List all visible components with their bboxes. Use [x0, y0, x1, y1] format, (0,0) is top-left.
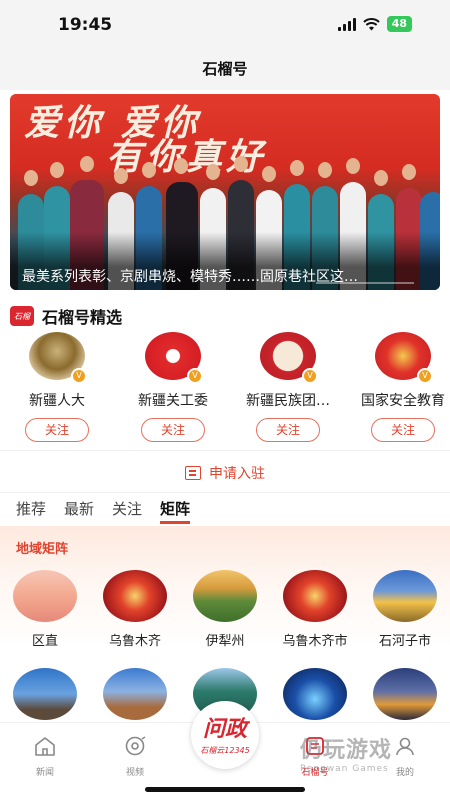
nav-bar: 石榴号 — [0, 48, 450, 90]
region-matrix-panel: 地域矩阵 区直 乌鲁木齐 伊犁州 乌鲁木齐市 石河子市 — [0, 526, 450, 730]
region-image — [283, 668, 347, 720]
banner-caption: 最美系列表彰、京剧串烧、模特秀……固原巷社区这… — [22, 269, 358, 285]
verified-badge-icon: V — [417, 368, 433, 384]
home-icon — [35, 737, 55, 756]
region-name: 乌鲁木齐市 — [282, 634, 348, 649]
status-time: 19:45 — [58, 15, 113, 35]
region-matrix-label: 地域矩阵 — [16, 542, 69, 557]
wenzheng-sublabel: 石榴云12345 — [200, 746, 250, 755]
tabbar-label: 视频 — [125, 768, 144, 778]
tabbar-item-video[interactable]: 视频 — [105, 735, 165, 778]
pomegranate-logo-icon: 石榴 — [10, 306, 34, 326]
wenzheng-label: 问政 — [202, 716, 247, 742]
account-card[interactable]: V 新疆民族团… 关注 — [233, 332, 343, 442]
region-item[interactable] — [360, 668, 450, 720]
featured-section-title: 石榴号精选 — [42, 308, 123, 327]
account-avatar: V — [375, 332, 433, 384]
featured-accounts: V 新疆人大 关注 V 新疆关工委 关注 V 新疆民族团… 关注 V 国家安全教… — [0, 332, 450, 442]
verified-badge-icon: V — [302, 368, 318, 384]
region-image — [283, 570, 347, 622]
account-card[interactable]: V 国家安全教育 关注 — [348, 332, 450, 442]
follow-button[interactable]: 关注 — [371, 418, 435, 442]
battery-icon: 48 — [386, 16, 412, 32]
region-item[interactable]: 石河子市 — [360, 570, 450, 649]
account-card[interactable]: V 新疆人大 关注 — [2, 332, 112, 442]
region-item[interactable]: 伊犁州 — [180, 570, 270, 649]
follow-button[interactable]: 关注 — [25, 418, 89, 442]
featured-section-header: 石榴 石榴号精选 — [10, 304, 122, 328]
region-image — [373, 668, 437, 720]
tab-following[interactable]: 关注 — [112, 498, 142, 524]
watermark-subtext: Rengwan Games — [300, 764, 389, 774]
verified-badge-icon: V — [71, 368, 87, 384]
region-image — [373, 570, 437, 622]
region-name: 区直 — [31, 634, 58, 649]
account-name: 新疆人大 — [29, 393, 85, 409]
tab-latest[interactable]: 最新 — [64, 498, 94, 524]
region-image — [193, 570, 257, 622]
content-tabs: 推荐 最新 关注 矩阵 — [16, 498, 191, 524]
status-bar: 19:45 48 — [0, 0, 450, 48]
watermark-logo: 仍玩游戏 Rengwan Games — [300, 732, 440, 774]
cellular-signal-icon — [337, 17, 356, 31]
page-title: 石榴号 — [202, 60, 248, 78]
tab-recommend[interactable]: 推荐 — [16, 498, 46, 524]
follow-button[interactable]: 关注 — [141, 418, 205, 442]
region-item[interactable] — [0, 668, 90, 720]
wenzheng-center-button[interactable]: 问政 石榴云12345 — [191, 701, 259, 769]
account-avatar: V — [260, 332, 318, 384]
apply-join-label: 申请入驻 — [209, 466, 265, 482]
divider — [0, 450, 450, 451]
region-name: 乌鲁木齐 — [108, 634, 161, 649]
region-item[interactable] — [270, 668, 360, 720]
apply-join-button[interactable]: 申请入驻 — [0, 460, 450, 486]
account-avatar: V — [145, 332, 203, 384]
account-name: 国家安全教育 — [361, 393, 445, 409]
account-card[interactable]: V 新疆关工委 关注 — [118, 332, 228, 442]
banner-carousel[interactable]: 爱你 爱你 有你真好 最美系列表彰、京剧串烧、模特秀……固原巷社区这… — [10, 94, 440, 290]
follow-button[interactable]: 关注 — [256, 418, 320, 442]
region-image — [103, 570, 167, 622]
form-icon — [185, 466, 201, 480]
region-item[interactable]: 区直 — [0, 570, 90, 649]
account-name: 新疆关工委 — [138, 393, 208, 409]
region-image — [13, 570, 77, 622]
tab-matrix[interactable]: 矩阵 — [160, 498, 191, 524]
account-avatar: V — [29, 332, 87, 384]
divider — [0, 492, 450, 493]
region-item[interactable]: 乌鲁木齐 — [90, 570, 180, 649]
region-item[interactable] — [90, 668, 180, 720]
tabbar-item-news[interactable]: 新闻 — [15, 735, 75, 778]
account-name: 新疆民族团… — [246, 393, 330, 409]
region-image — [13, 668, 77, 720]
watermark-text: 仍玩游戏 — [300, 738, 393, 763]
wifi-icon — [363, 17, 380, 30]
tabbar-label: 新闻 — [35, 768, 54, 778]
banner-progress-indicator — [316, 282, 414, 284]
region-image — [103, 668, 167, 720]
region-name: 伊犁州 — [205, 634, 245, 649]
status-icons: 48 — [337, 16, 412, 32]
verified-badge-icon: V — [187, 368, 203, 384]
home-indicator — [145, 787, 305, 792]
region-item[interactable]: 乌鲁木齐市 — [270, 570, 360, 649]
video-icon — [125, 736, 146, 756]
region-name: 石河子市 — [378, 634, 431, 649]
